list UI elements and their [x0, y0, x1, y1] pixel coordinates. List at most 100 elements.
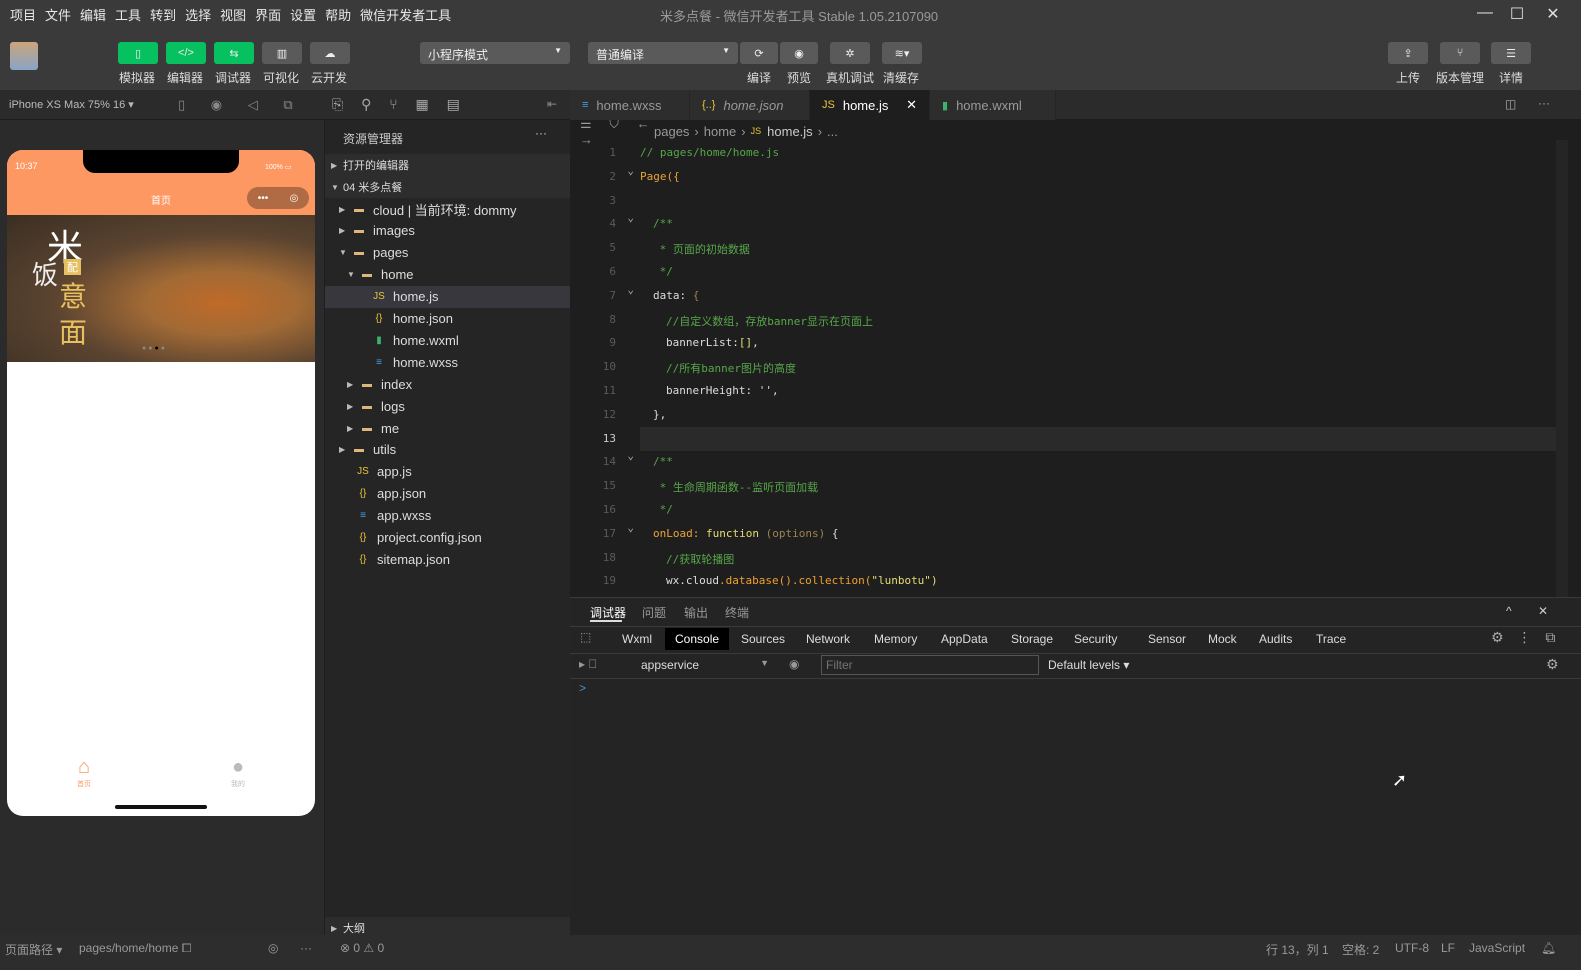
more-icon[interactable]: ··· [1538, 96, 1550, 110]
gear-icon[interactable]: ⚙ [1546, 656, 1559, 673]
menu-item[interactable]: 设置 [290, 5, 316, 24]
editor-nav-icons[interactable]: ☰ ⛉ ← → [580, 116, 654, 147]
menu-item[interactable]: 帮助 [325, 5, 351, 24]
tree-item[interactable]: ▶ ▬ utils [325, 439, 570, 461]
language-mode[interactable]: JavaScript [1469, 941, 1525, 955]
panel-tab[interactable]: 输出 [684, 604, 708, 621]
filter-input[interactable] [821, 655, 1039, 675]
bell-icon[interactable]: 🔔︎ [1541, 941, 1556, 955]
tree-item[interactable]: ▶ ▬ images [325, 220, 570, 242]
console-prompt[interactable]: > [579, 681, 586, 695]
menu-item[interactable]: 界面 [255, 5, 281, 24]
menu-item[interactable]: 选择 [185, 5, 211, 24]
tree-item[interactable]: {} project.config.json [325, 527, 570, 549]
page-path-select[interactable]: 页面路径 ▾ [5, 941, 62, 958]
phone-icon[interactable]: ▯ [118, 42, 158, 64]
devtools-tab-memory[interactable]: Memory [864, 628, 927, 650]
phone-simulator[interactable]: 10:37 100% ▭ 首页 ••• ◎ 米 饭 配 意 面 ●●●● ⌂ 首页 … [7, 150, 315, 816]
tree-item[interactable]: {} home.json [325, 308, 570, 330]
eye-icon[interactable]: ◎ [268, 941, 278, 955]
split-editor-icon[interactable]: ◫ [1505, 97, 1516, 111]
cloud-icon[interactable]: ☁ [310, 42, 350, 64]
device-select[interactable]: iPhone XS Max 75% 16 ▾ [9, 98, 134, 111]
tab-home[interactable]: ⌂ 首页 [69, 756, 99, 789]
scrollbar[interactable] [1556, 140, 1568, 597]
menu-item[interactable]: 微信开发者工具 [360, 5, 451, 24]
tree-item[interactable]: ≡ home.wxss [325, 351, 570, 373]
bug-icon[interactable]: ✲ [830, 42, 870, 64]
fold-chevron-icon[interactable]: ⌄ [620, 521, 634, 534]
panel-tab[interactable]: 调试器 [590, 604, 626, 621]
menu-item[interactable]: 工具 [115, 5, 141, 24]
tree-item[interactable]: ▶ ▬ cloud | 当前环境: dommy [325, 198, 570, 220]
breadcrumb-item[interactable]: home.js [767, 124, 813, 139]
capsule-menu[interactable]: ••• ◎ [247, 187, 309, 209]
tree-item[interactable]: JS home.js [325, 285, 570, 308]
tree-item[interactable]: ▼ ▬ home [325, 264, 570, 286]
more-icon[interactable]: ••• [258, 193, 269, 204]
menu-item[interactable]: 项目 [10, 5, 36, 24]
menu-item[interactable]: 文件 [45, 5, 71, 24]
close-tab-icon[interactable]: ✕ [906, 97, 917, 113]
devtools-tab-sensor[interactable]: Sensor [1138, 628, 1196, 650]
devtools-tab-storage[interactable]: Storage [1001, 628, 1063, 650]
tree-item[interactable]: ▼ ▬ pages [325, 242, 570, 264]
carousel-dots[interactable]: ●●●● [142, 345, 167, 352]
panel-tab[interactable]: 问题 [642, 604, 666, 621]
console-toolbar-icons[interactable]: ▸ ⃠ [579, 657, 609, 671]
debug-icon[interactable]: ⇆ [214, 42, 254, 64]
copy-icon[interactable]: ⧠ [182, 941, 192, 955]
tree-item[interactable]: ▶ ▬ index [325, 373, 570, 395]
layout-icon[interactable]: ▥ [262, 42, 302, 64]
devtools-settings-icons[interactable]: ⚙ ⋮ ⧉ [1491, 629, 1555, 646]
tab-me[interactable]: ● 我的 [223, 756, 253, 789]
inspect-icon[interactable]: ⬚ [580, 630, 591, 644]
encoding[interactable]: UTF-8 [1395, 941, 1429, 955]
breadcrumb-item[interactable]: pages [654, 124, 689, 139]
fold-chevron-icon[interactable]: ⌄ [620, 449, 634, 462]
fold-chevron-icon[interactable]: ⌄ [620, 283, 634, 296]
more-icon[interactable]: ··· [535, 126, 547, 140]
breadcrumb-item[interactable]: home [704, 124, 737, 139]
menu-item[interactable]: 编辑 [80, 5, 106, 24]
tree-item[interactable]: {} sitemap.json [325, 548, 570, 570]
close-target-icon[interactable]: ◎ [290, 193, 299, 204]
problems-indicator[interactable]: ⊗ 0 ⚠ 0 [340, 941, 384, 955]
more-icon[interactable]: ··· [300, 941, 312, 955]
devtools-tab-security[interactable]: Security [1064, 628, 1127, 650]
breadcrumb-item[interactable]: ... [827, 124, 838, 139]
code-editor[interactable] [570, 120, 1581, 597]
cursor-position[interactable]: 行 13，列 1 [1266, 941, 1329, 958]
eye-icon[interactable]: ◉ [780, 42, 818, 64]
simulator-controls[interactable]: ▯ ◉ ◁ ⧉ [178, 97, 293, 113]
tree-item[interactable]: JS app.js [325, 461, 570, 483]
tree-item[interactable]: ▶ ▬ logs [325, 395, 570, 417]
indentation[interactable]: 空格: 2 [1342, 941, 1379, 958]
devtools-tab-trace[interactable]: Trace [1306, 628, 1356, 650]
tree-item[interactable]: ≡ app.wxss [325, 505, 570, 527]
tab-home-json[interactable]: {..} home.json [690, 90, 810, 120]
layers-icon[interactable]: ≋▾ [882, 42, 922, 64]
context-select[interactable]: appservice ▼ [641, 658, 771, 672]
collapse-icon[interactable]: ⇤ [547, 97, 557, 111]
devtools-tab-mock[interactable]: Mock [1198, 628, 1247, 650]
tab-home-js[interactable]: JS home.js ✕ [810, 90, 930, 120]
compile-select[interactable]: 普通编译 ▼ [588, 42, 738, 64]
devtools-tab-sources[interactable]: Sources [731, 628, 795, 650]
panel-tab[interactable]: 终端 [725, 604, 749, 621]
sidebar-icons[interactable]: ⎘ ⚲ ⑂ ▦ ▤ [332, 96, 460, 113]
avatar[interactable] [10, 42, 38, 70]
mode-select[interactable]: 小程序模式 ▼ [420, 42, 570, 64]
banner-image[interactable]: 米 饭 配 意 面 ●●●● [7, 215, 315, 362]
tree-item[interactable]: {} app.json [325, 483, 570, 505]
levels-select[interactable]: Default levels ▾ [1048, 658, 1129, 672]
tree-item[interactable]: ▶ ▬ me [325, 417, 570, 439]
project-section[interactable]: ▼ 04 米多点餐 [325, 176, 570, 198]
open-editors-section[interactable]: ▶ 打开的编辑器 [325, 154, 570, 176]
fold-chevron-icon[interactable]: ⌄ [620, 211, 634, 224]
devtools-tab-audits[interactable]: Audits [1249, 628, 1302, 650]
menu-item[interactable]: 视图 [220, 5, 246, 24]
menu-icon[interactable]: ☰ [1491, 42, 1531, 64]
minimize-button[interactable]: — [1470, 4, 1500, 22]
close-window-button[interactable]: ✕ [1538, 4, 1568, 24]
